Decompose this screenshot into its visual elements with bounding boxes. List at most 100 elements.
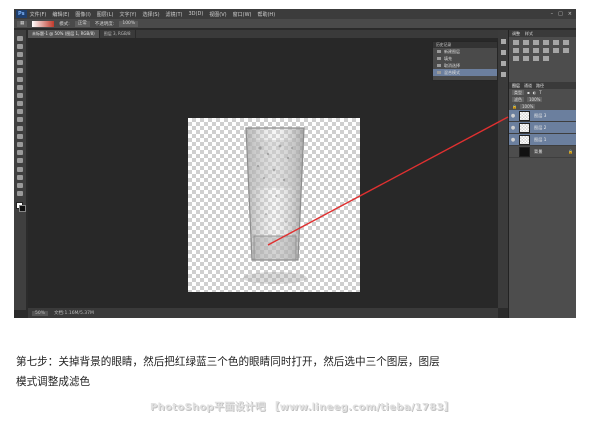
history-brush-tool-icon[interactable]: [17, 109, 23, 115]
brightness-icon[interactable]: [513, 40, 519, 45]
history-item[interactable]: 填充: [433, 55, 497, 62]
visibility-eye-icon[interactable]: ●: [509, 113, 517, 119]
layer-thumbnail: [519, 110, 530, 121]
lock-icon[interactable]: 🔒: [512, 104, 517, 109]
menu-filter[interactable]: 滤镜(T): [166, 11, 183, 18]
info-panel-icon[interactable]: [500, 61, 506, 66]
blend-mode-select[interactable]: 滤色: [512, 97, 524, 102]
visibility-eye-icon[interactable]: ●: [509, 125, 517, 131]
maximize-icon[interactable]: □: [558, 11, 563, 17]
menu-image[interactable]: 图像(I): [75, 11, 90, 18]
visibility-eye-icon[interactable]: ●: [509, 149, 517, 155]
shape-tool-icon[interactable]: [17, 174, 23, 180]
gradient-picker[interactable]: [32, 20, 55, 27]
menu-edit[interactable]: 编辑(E): [52, 11, 69, 18]
background-color-swatch[interactable]: [19, 204, 26, 212]
menu-type[interactable]: 文字(Y): [119, 11, 136, 18]
visibility-eye-icon[interactable]: ●: [509, 137, 517, 143]
properties-panel-icon[interactable]: [500, 50, 506, 55]
marquee-tool-icon[interactable]: [17, 43, 23, 49]
filter-type-icon[interactable]: T: [539, 90, 541, 95]
vibrance-icon[interactable]: [553, 40, 559, 45]
caption-line-1: 第七步：关掉背景的眼睛，然后把红绿蓝三个色的眼睛同时打开，然后选中三个图层，图层: [16, 356, 440, 368]
layer-row-1[interactable]: ● 图层 1: [509, 134, 576, 146]
exposure-icon[interactable]: [543, 40, 549, 45]
curves-icon[interactable]: [533, 40, 539, 45]
levels-icon[interactable]: [523, 40, 529, 45]
history-item[interactable]: 取消选择: [433, 62, 497, 69]
layer-opacity-input[interactable]: 100%: [527, 97, 543, 102]
canvas-area: [28, 38, 498, 308]
menu-window[interactable]: 窗口(W): [233, 11, 252, 18]
tab-adjustments[interactable]: 调整: [512, 30, 520, 37]
healing-tool-icon[interactable]: [17, 84, 23, 90]
gradient-map-icon[interactable]: [533, 56, 539, 61]
history-item[interactable]: 新建图层: [433, 48, 497, 55]
gradient-tool-icon[interactable]: [17, 125, 23, 131]
eyedropper-tool-icon[interactable]: [17, 76, 23, 82]
tab-layers[interactable]: 图层: [512, 82, 520, 89]
menu-layer[interactable]: 图层(L): [97, 11, 114, 18]
options-bar: ▦ 模式: 正常 不透明度: 100%: [14, 19, 576, 29]
menu-file[interactable]: 文件(F): [30, 11, 47, 18]
path-select-tool-icon[interactable]: [17, 166, 23, 172]
dodge-tool-icon[interactable]: [17, 142, 23, 148]
menu-3d[interactable]: 3D(D): [189, 11, 204, 17]
document-tab-active[interactable]: 未标题-1 @ 50% (图层 1, RGB/8): [28, 30, 100, 38]
hand-tool-icon[interactable]: [17, 182, 23, 188]
quick-select-tool-icon[interactable]: [17, 60, 23, 66]
layer-kind-select[interactable]: 类型: [512, 90, 524, 95]
history-item-selected[interactable]: 混合模式: [433, 69, 497, 76]
clone-stamp-tool-icon[interactable]: [17, 101, 23, 107]
move-tool-icon[interactable]: [17, 35, 23, 41]
threshold-icon[interactable]: [523, 56, 529, 61]
document-canvas[interactable]: [188, 118, 360, 292]
filter-pixel-icon[interactable]: ▪: [527, 90, 530, 95]
filter-adjust-icon[interactable]: ◐: [533, 90, 537, 95]
close-icon[interactable]: ×: [568, 11, 572, 17]
black-white-icon[interactable]: [523, 48, 529, 53]
history-panel-icon[interactable]: [500, 39, 506, 44]
layer-fill-input[interactable]: 100%: [519, 104, 536, 109]
eraser-tool-icon[interactable]: [17, 117, 23, 123]
selective-color-icon[interactable]: [543, 56, 549, 61]
blur-tool-icon[interactable]: [17, 133, 23, 139]
hue-saturation-icon[interactable]: [563, 40, 569, 45]
layer-fill-row: 🔒 100%: [509, 103, 576, 110]
menu-view[interactable]: 视图(V): [209, 11, 226, 18]
tab-styles[interactable]: 样式: [525, 30, 533, 37]
channel-mixer-icon[interactable]: [543, 48, 549, 53]
opacity-input[interactable]: 100%: [119, 20, 139, 27]
adjustments-panel-header: 调整 样式: [509, 30, 576, 37]
lasso-tool-icon[interactable]: [17, 51, 23, 57]
pen-tool-icon[interactable]: [17, 150, 23, 156]
layer-thumbnail: [519, 134, 530, 145]
minimize-icon[interactable]: –: [551, 11, 554, 17]
posterize-icon[interactable]: [513, 56, 519, 61]
zoom-level[interactable]: 50%: [32, 310, 49, 316]
invert-icon[interactable]: [563, 48, 569, 53]
menu-select[interactable]: 选择(S): [142, 11, 159, 18]
color-balance-icon[interactable]: [513, 48, 519, 53]
tab-paths[interactable]: 路径: [536, 82, 544, 89]
color-swatches[interactable]: [16, 201, 26, 212]
mode-select[interactable]: 正常: [74, 20, 90, 27]
type-tool-icon[interactable]: [17, 158, 23, 164]
tab-channels[interactable]: 通道: [524, 82, 532, 89]
layer-row-background[interactable]: ● 背景 🔒: [509, 146, 576, 158]
brush-panel-icon[interactable]: [500, 72, 506, 77]
zoom-tool-icon[interactable]: [17, 191, 23, 197]
tool-preset-icon[interactable]: ▦: [17, 20, 28, 27]
document-tab[interactable]: 图层 3, RGB/8: [100, 30, 136, 38]
layer-row-3[interactable]: ● 图层 3: [509, 110, 576, 122]
color-lookup-icon[interactable]: [553, 48, 559, 53]
layer-row-2[interactable]: ● 图层 2: [509, 122, 576, 134]
layer-name: 图层 3: [534, 112, 547, 118]
crop-tool-icon[interactable]: [17, 68, 23, 74]
layer-thumbnail: [519, 146, 530, 157]
collapsed-panels-dock: [498, 30, 508, 308]
menu-help[interactable]: 帮助(H): [257, 11, 275, 18]
photo-filter-icon[interactable]: [533, 48, 539, 53]
brush-tool-icon[interactable]: [17, 92, 23, 98]
status-bar: 50% 文档:1.16M/5.37M: [28, 308, 498, 318]
